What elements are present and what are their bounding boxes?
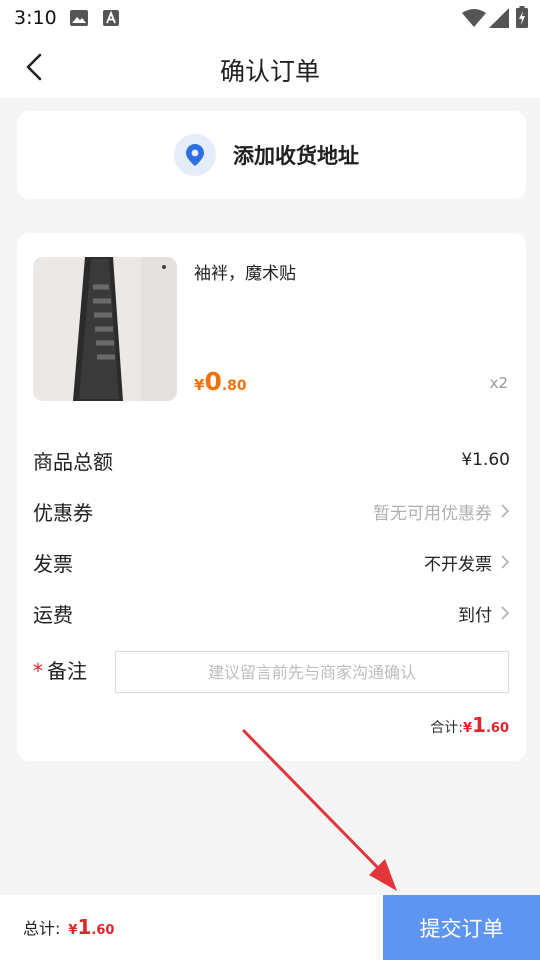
subtotal-amount: ¥1.60	[463, 713, 509, 737]
product-name: 袖袢，魔术贴	[194, 264, 296, 284]
coupon-row[interactable]: 优惠券 暂无可用优惠券	[33, 493, 510, 529]
status-bar: 3:10	[0, 0, 540, 36]
product-price: ¥0.80	[194, 367, 247, 396]
chevron-right-icon	[501, 555, 510, 569]
coupon-selector[interactable]: 暂无可用优惠券	[373, 499, 510, 524]
shipping-row[interactable]: 运费 到付	[33, 595, 510, 631]
total: 总计: ¥1.60	[23, 915, 114, 939]
nav-bar: 确认订单	[0, 36, 540, 98]
wifi-icon	[462, 9, 486, 27]
chevron-right-icon	[501, 504, 510, 518]
page-title: 确认订单	[219, 57, 320, 86]
invoice-label: 发票	[33, 551, 73, 576]
order-card: 袖袢，魔术贴 ¥0.80 x2 商品总额 ¥1.60 优惠券 暂无可用优惠券 发…	[17, 233, 526, 761]
location-pin-icon	[174, 134, 216, 176]
invoice-selector[interactable]: 不开发票	[424, 550, 510, 575]
battery-icon	[516, 6, 528, 28]
a-icon	[103, 10, 119, 26]
coupon-label: 优惠券	[33, 500, 93, 525]
add-address-card[interactable]: 添加收货地址	[17, 111, 526, 199]
add-address-label: 添加收货地址	[233, 144, 359, 168]
goods-total-row: 商品总额 ¥1.60	[33, 442, 510, 478]
signal-icon	[489, 8, 509, 28]
total-label: 总计:	[23, 919, 61, 938]
required-star: *	[33, 659, 43, 683]
subtotal: 合计: ¥1.60	[430, 713, 509, 737]
coupon-value: 暂无可用优惠券	[373, 503, 492, 524]
product-image	[33, 257, 177, 401]
goods-total-value: ¥1.60	[461, 450, 510, 470]
subtotal-label: 合计:	[430, 720, 463, 736]
invoice-value: 不开发票	[424, 554, 492, 575]
product-quantity: x2	[489, 374, 508, 392]
chevron-right-icon	[501, 606, 510, 620]
goods-total-label: 商品总额	[33, 449, 113, 474]
remark-label-text: 备注	[47, 659, 87, 683]
image-icon	[70, 10, 88, 26]
total-amount: ¥1.60	[68, 915, 115, 939]
remark-label: * 备注	[33, 655, 87, 684]
shipping-value: 到付	[458, 605, 492, 626]
submit-order-button[interactable]: 提交订单	[383, 895, 540, 960]
shipping-label: 运费	[33, 602, 73, 627]
status-time: 3:10	[14, 7, 57, 29]
invoice-row[interactable]: 发票 不开发票	[33, 544, 510, 580]
shipping-selector[interactable]: 到付	[458, 601, 510, 626]
remark-input[interactable]	[115, 651, 509, 693]
bottom-bar: 总计: ¥1.60 提交订单	[0, 895, 540, 960]
